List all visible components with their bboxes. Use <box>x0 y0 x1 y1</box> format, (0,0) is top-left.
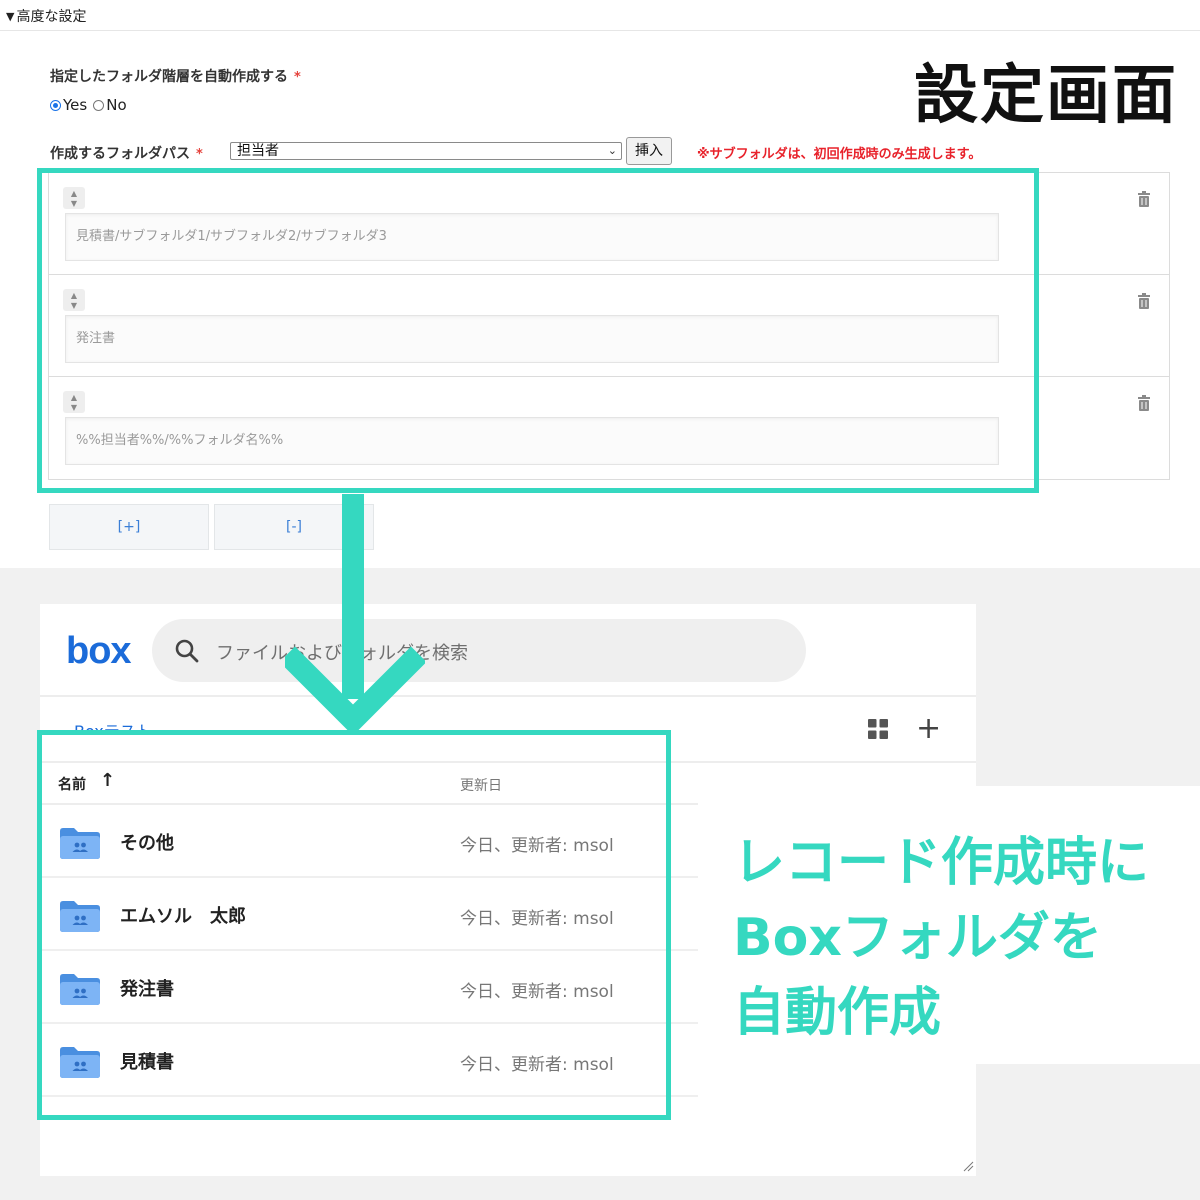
auto-create-label: 指定したフォルダ階層を自動作成する * <box>50 69 301 85</box>
chevron-down-icon: ⌄ <box>607 144 617 157</box>
trash-icon[interactable] <box>1137 191 1151 207</box>
box-search-bar[interactable]: ファイルおよびフォルダを検索 <box>152 619 806 682</box>
plus-icon[interactable]: + <box>916 714 941 744</box>
trash-icon[interactable] <box>1137 395 1151 411</box>
callout-line-2: Boxフォルダを <box>733 908 1102 968</box>
box-logo: box <box>66 630 132 672</box>
add-row-button[interactable]: [+] <box>49 504 209 550</box>
insert-button[interactable]: 挿入 <box>626 137 672 165</box>
required-mark: * <box>294 70 301 85</box>
header-divider <box>40 695 976 697</box>
callout-line-3: 自動作成 <box>733 983 942 1043</box>
grid-view-icon[interactable] <box>868 719 888 739</box>
down-arrow-icon <box>285 494 425 734</box>
search-icon <box>175 639 199 663</box>
radio-no[interactable] <box>93 99 105 111</box>
radio-no-label[interactable]: No <box>106 96 126 114</box>
subfolder-notice: ※サブフォルダは、初回作成時のみ生成します。 <box>697 147 982 162</box>
field-select[interactable]: 担当者 ⌄ <box>230 142 622 160</box>
highlight-frame-settings <box>37 168 1039 493</box>
auto-create-radio-group: Yes No <box>50 96 133 114</box>
advanced-settings-toggle[interactable]: ▼ 高度な設定 <box>6 6 86 26</box>
advanced-settings-title: 高度な設定 <box>16 9 87 25</box>
required-mark: * <box>196 147 203 162</box>
trash-icon[interactable] <box>1137 293 1151 309</box>
callout-line-1: レコード作成時に <box>733 833 1150 893</box>
field-select-value: 担当者 <box>237 143 279 159</box>
radio-yes-label[interactable]: Yes <box>63 96 87 114</box>
radio-yes[interactable] <box>50 99 61 111</box>
resize-grip-icon[interactable] <box>962 1160 974 1172</box>
collapse-triangle-icon: ▼ <box>6 9 15 23</box>
highlight-frame-box <box>37 730 671 1120</box>
folder-path-label: 作成するフォルダパス * <box>50 146 203 162</box>
screen-title: 設定画面 <box>914 59 1178 133</box>
